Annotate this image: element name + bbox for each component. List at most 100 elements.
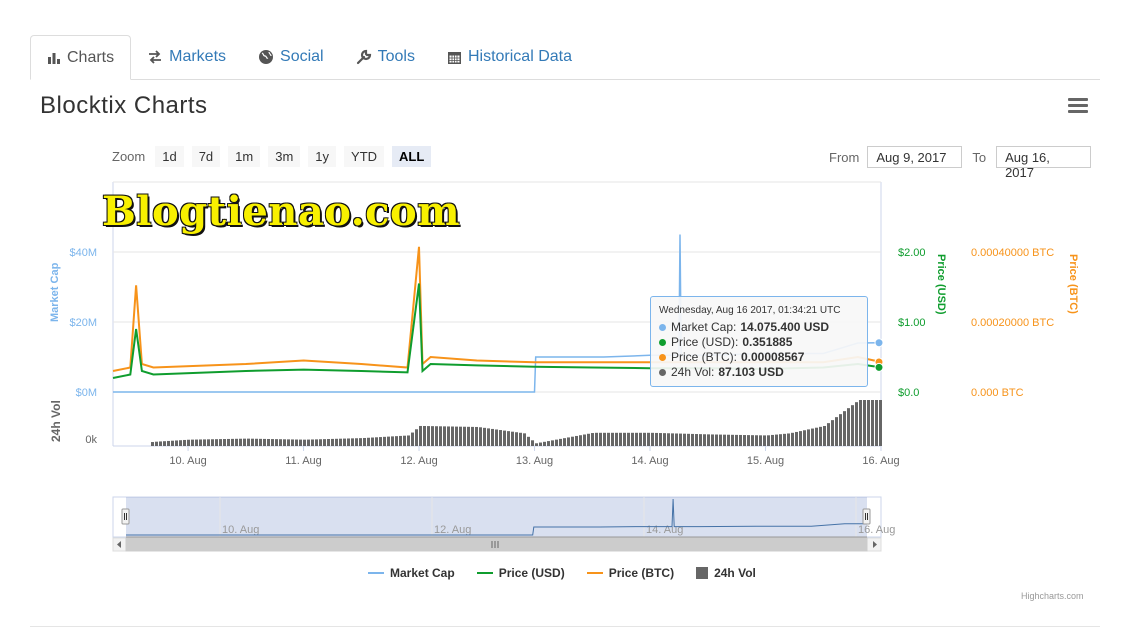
volume-bar [179, 440, 182, 446]
legend-item-24h-vol[interactable]: 24h Vol [696, 566, 756, 580]
price-btc-axis-title: Price (BTC) [1067, 254, 1079, 314]
legend-item-market-cap[interactable]: Market Cap [368, 566, 455, 580]
navigator-tick-label: 14. Aug [646, 524, 683, 536]
volume-bar [319, 439, 322, 446]
volume-bar [603, 432, 606, 446]
volume-bar [587, 433, 590, 446]
chart-canvas: $0M $20M $40M $0.0 $1.00 $2.00 0.000 BTC 0.0002… [49, 181, 1079, 552]
volume-bar [759, 435, 762, 446]
volume-bar [555, 439, 558, 446]
volume-bar [599, 432, 602, 446]
volume-bar [751, 435, 754, 446]
volume-bar [691, 433, 694, 446]
volume-bar [739, 434, 742, 446]
volume-bar [795, 431, 798, 446]
volume-bar [311, 439, 314, 446]
x-tick-label: 10. Aug [169, 455, 206, 467]
volume-bar [843, 411, 846, 446]
volume-bar [331, 438, 334, 446]
volume-bar [827, 423, 830, 446]
volume-bar [247, 438, 250, 446]
volume-bar [175, 440, 178, 446]
volume-bar [383, 436, 386, 446]
volume-bar [775, 434, 778, 446]
legend-item-price-btc[interactable]: Price (BTC) [586, 566, 675, 580]
volume-bar [527, 436, 530, 446]
volume-bar [863, 400, 866, 446]
volume-bar [395, 436, 398, 446]
volume-bar [271, 439, 274, 446]
price-usd-tick-label: $0.0 [898, 387, 919, 399]
legend-symbol [586, 572, 603, 574]
volume-bar [867, 400, 870, 446]
volume-bar [335, 438, 338, 446]
volume-bar [563, 438, 566, 446]
volume-bar [363, 437, 366, 446]
price-usd-axis-title: Price (USD) [935, 254, 947, 315]
volume-bar [167, 440, 170, 446]
volume-bar [695, 434, 698, 446]
price-btc-tick-label: 0.000 BTC [971, 387, 1024, 399]
volume-bar [387, 436, 390, 446]
volume-bar [679, 433, 682, 446]
volume-bar [855, 402, 858, 446]
volume-bar [627, 432, 630, 446]
volume-bar [811, 428, 814, 446]
legend-item-price-usd[interactable]: Price (USD) [476, 566, 565, 580]
price-usd-tick-label: $1.00 [898, 317, 926, 329]
volume-bar [255, 438, 258, 446]
volume-bar [567, 437, 570, 446]
series-dot [659, 324, 666, 331]
market-cap-tick-label: $40M [69, 247, 97, 259]
volume-bar [307, 439, 310, 446]
volume-bar [423, 426, 426, 446]
volume-bar [611, 432, 614, 446]
chart-tooltip: Wednesday, Aug 16 2017, 01:34:21 UTC Mar… [650, 296, 868, 387]
tooltip-row: 24h Vol: 87.103 USD [659, 365, 859, 380]
volume-bar [575, 435, 578, 446]
volume-bar [155, 441, 158, 446]
volume-bar [463, 426, 466, 446]
volume-bar [871, 400, 874, 446]
volume-bar [447, 426, 450, 446]
navigator-left-handle[interactable] [121, 508, 130, 525]
legend-label: Price (BTC) [608, 566, 675, 580]
volume-bar [435, 426, 438, 446]
legend-label: Market Cap [390, 566, 455, 580]
volume-bar [803, 430, 806, 446]
volume-bar [279, 439, 282, 446]
volume-bar [663, 433, 666, 446]
volume-bar [283, 439, 286, 446]
volume-bar [475, 426, 478, 446]
x-tick-label: 14. Aug [631, 455, 668, 467]
price-usd-tick-label: $2.00 [898, 247, 926, 259]
volume-bar [791, 432, 794, 446]
navigator-right-handle[interactable] [862, 508, 871, 525]
series-dot [659, 354, 666, 361]
series-dot [659, 369, 666, 376]
volume-bar [683, 433, 686, 446]
volume-bar [651, 432, 654, 446]
volume-bar [615, 432, 618, 446]
volume-bar [607, 432, 610, 446]
navigator-tick-label: 16. Aug [858, 524, 895, 536]
volume-bar [731, 434, 734, 446]
volume-bar [835, 417, 838, 446]
volume-bar [399, 435, 402, 446]
volume-bar [659, 433, 662, 446]
volume-bar [559, 438, 562, 446]
volume-bar [763, 435, 766, 446]
volume-bar [323, 439, 326, 446]
tooltip-label: Price (USD): [671, 335, 739, 349]
market-cap-tick-label: $20M [69, 317, 97, 329]
volume-bar [523, 433, 526, 446]
volume-bar [499, 430, 502, 446]
volume-bar [259, 438, 262, 446]
volume-bar [355, 438, 358, 446]
tooltip-label: Market Cap: [671, 320, 737, 334]
volume-bar [831, 420, 834, 446]
market-cap-hover-marker [874, 338, 884, 348]
tooltip-value: 0.00008567 [741, 350, 805, 364]
scrollbar-thumb[interactable] [125, 537, 868, 552]
credits-link[interactable]: Highcharts.com [1021, 591, 1084, 601]
